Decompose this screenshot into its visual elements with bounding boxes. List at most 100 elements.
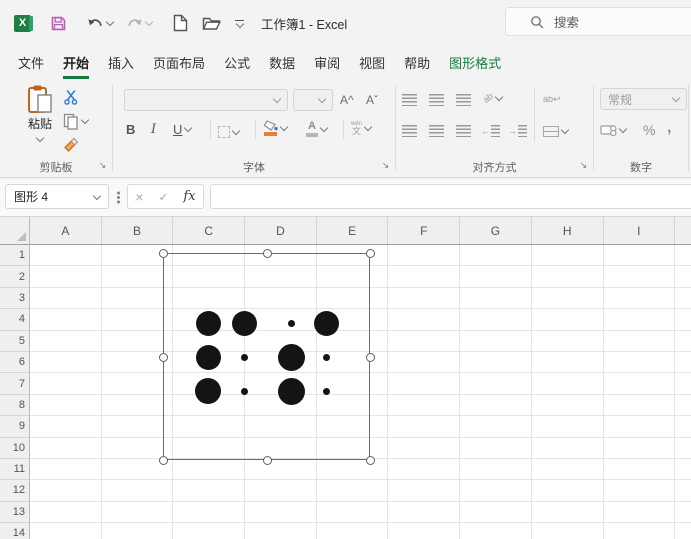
cell-partial[interactable]	[675, 437, 691, 459]
cell-h11[interactable]	[531, 458, 604, 481]
cell-i14[interactable]	[603, 523, 676, 539]
cell-f10[interactable]	[388, 437, 461, 459]
cancel-button[interactable]: ×	[135, 189, 143, 205]
selection-handle[interactable]	[366, 249, 375, 258]
row-header-8[interactable]: 8	[0, 394, 30, 417]
cell-a4[interactable]	[30, 309, 102, 331]
cut-button[interactable]	[63, 87, 79, 107]
cell-a1[interactable]	[30, 245, 102, 267]
cell-partial[interactable]	[675, 330, 691, 352]
cell-i8[interactable]	[603, 394, 676, 417]
cell-a13[interactable]	[30, 501, 102, 524]
cell-partial[interactable]	[675, 458, 691, 481]
enter-button[interactable]: ✓	[158, 190, 168, 204]
cell-g2[interactable]	[460, 266, 532, 288]
row-header-10[interactable]: 10	[0, 437, 30, 459]
row-header-7[interactable]: 7	[0, 373, 30, 395]
increase-font-button[interactable]: A^	[340, 90, 354, 110]
cell-e11[interactable]	[316, 458, 389, 481]
row-header-14[interactable]: 14	[0, 523, 30, 539]
column-header-c[interactable]: C	[173, 217, 246, 244]
cell-g12[interactable]	[460, 480, 532, 502]
cell-g5[interactable]	[460, 330, 532, 352]
cell-f14[interactable]	[388, 523, 461, 539]
cell-f11[interactable]	[388, 458, 461, 481]
cell-h2[interactable]	[531, 266, 604, 288]
open-file-button[interactable]	[202, 16, 221, 31]
cell-d12[interactable]	[245, 480, 317, 502]
selection-handle[interactable]	[262, 249, 272, 258]
cell-h9[interactable]	[531, 416, 604, 438]
align-left-button[interactable]	[402, 121, 417, 141]
cell-partial[interactable]	[675, 480, 691, 502]
increase-indent-button[interactable]: →	[508, 121, 527, 141]
column-header-a[interactable]: A	[30, 217, 102, 244]
bold-button[interactable]: B	[126, 119, 135, 139]
cell-a8[interactable]	[30, 394, 102, 417]
cell-i7[interactable]	[603, 373, 676, 395]
cell-b12[interactable]	[101, 480, 174, 502]
cell-c12[interactable]	[173, 480, 246, 502]
new-file-button[interactable]	[173, 14, 188, 32]
customize-toolbar-button[interactable]	[235, 19, 244, 28]
cell-g13[interactable]	[460, 501, 532, 524]
cell-i1[interactable]	[603, 245, 676, 267]
select-all-button[interactable]	[0, 217, 30, 245]
cell-partial[interactable]	[675, 373, 691, 395]
align-middle-button[interactable]	[429, 90, 444, 110]
column-header-h[interactable]: H	[532, 217, 604, 244]
cell-partial[interactable]	[675, 394, 691, 417]
column-header-g[interactable]: G	[460, 217, 532, 244]
row-header-9[interactable]: 9	[0, 416, 30, 438]
cell-h5[interactable]	[531, 330, 604, 352]
cell-partial[interactable]	[675, 523, 691, 539]
cell-f8[interactable]	[388, 394, 461, 417]
cell-g6[interactable]	[460, 351, 532, 374]
row-header-11[interactable]: 11	[0, 458, 30, 481]
row-header-3[interactable]: 3	[0, 287, 30, 310]
cell-c14[interactable]	[173, 523, 246, 539]
merge-center-button[interactable]	[543, 121, 570, 141]
cell-h12[interactable]	[531, 480, 604, 502]
row-header-5[interactable]: 5	[0, 330, 30, 352]
drag-handle-icon[interactable]	[117, 196, 120, 199]
underline-button[interactable]: U	[173, 119, 193, 139]
insert-function-button[interactable]: fx	[183, 189, 195, 204]
cell-c13[interactable]	[173, 501, 246, 524]
column-header-d[interactable]: D	[245, 217, 317, 244]
cell-h8[interactable]	[531, 394, 604, 417]
selection-handle[interactable]	[159, 352, 168, 362]
cell-a2[interactable]	[30, 266, 102, 288]
undo-button[interactable]	[87, 16, 115, 31]
tab-help[interactable]: 帮助	[404, 46, 430, 79]
cell-d14[interactable]	[245, 523, 317, 539]
cell-h3[interactable]	[531, 287, 604, 310]
row-header-6[interactable]: 6	[0, 351, 30, 374]
cell-d13[interactable]	[245, 501, 317, 524]
font-color-button[interactable]: A	[306, 119, 329, 139]
column-header-f[interactable]: F	[388, 217, 461, 244]
tab-shape-format[interactable]: 图形格式	[449, 46, 501, 79]
cell-partial[interactable]	[675, 351, 691, 374]
row-header-4[interactable]: 4	[0, 309, 30, 331]
cell-g9[interactable]	[460, 416, 532, 438]
phonetic-guide-button[interactable]: wén 文	[351, 118, 373, 138]
cell-i5[interactable]	[603, 330, 676, 352]
cell-f1[interactable]	[388, 245, 461, 267]
cell-h1[interactable]	[531, 245, 604, 267]
cell-f3[interactable]	[388, 287, 461, 310]
cell-a9[interactable]	[30, 416, 102, 438]
cell-f13[interactable]	[388, 501, 461, 524]
cell-g7[interactable]	[460, 373, 532, 395]
tab-file[interactable]: 文件	[18, 46, 44, 79]
cell-partial[interactable]	[675, 416, 691, 438]
cell-h10[interactable]	[531, 437, 604, 459]
column-header-b[interactable]: B	[102, 217, 174, 244]
font-size-combo[interactable]	[293, 89, 333, 111]
cell-i2[interactable]	[603, 266, 676, 288]
decrease-font-button[interactable]: Aˇ	[366, 90, 378, 110]
italic-button[interactable]: I	[151, 119, 156, 139]
accounting-format-button[interactable]	[600, 120, 628, 140]
fill-color-button[interactable]	[263, 118, 289, 138]
row-header-1[interactable]: 1	[0, 245, 30, 267]
